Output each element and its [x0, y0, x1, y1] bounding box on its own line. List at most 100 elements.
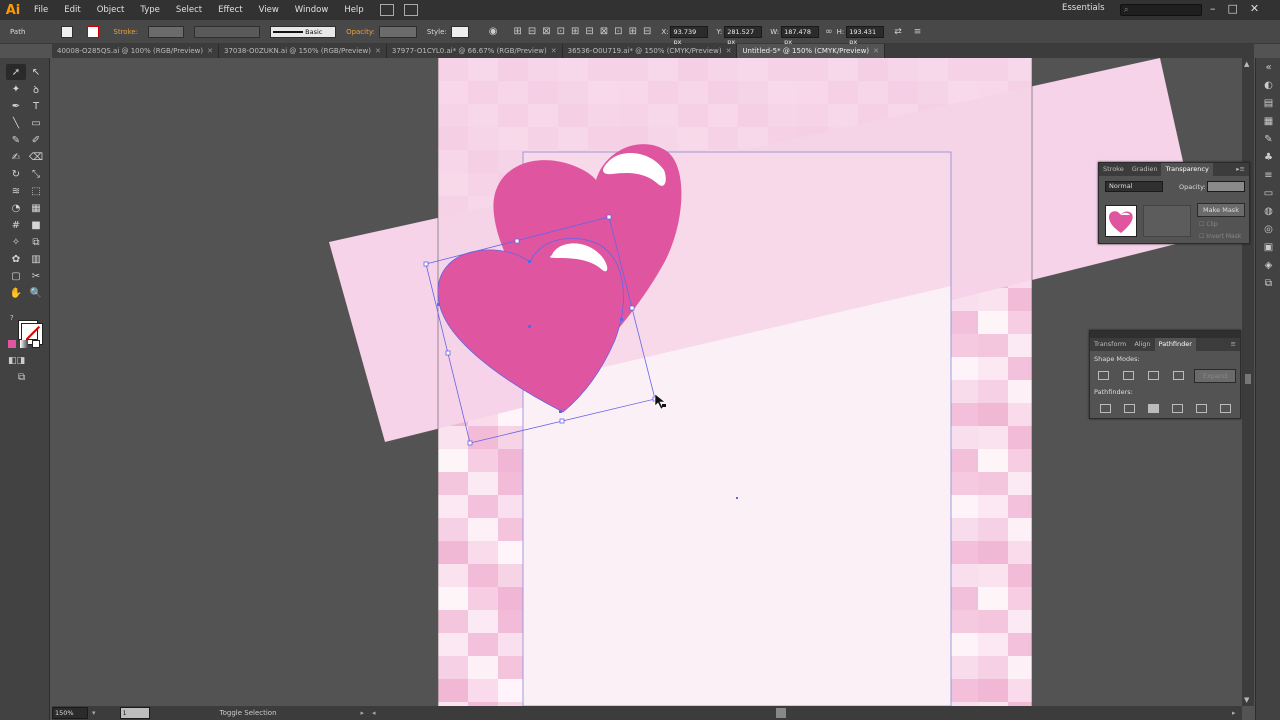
- fill-swatch[interactable]: [61, 25, 74, 38]
- unite-icon[interactable]: [1098, 371, 1109, 380]
- appearance-panel-icon[interactable]: ◎: [1256, 220, 1280, 238]
- tab-document-1[interactable]: 40008-O285QS.ai @ 100% (RGB/Preview) ✕: [52, 44, 219, 58]
- stroke-weight-field[interactable]: [148, 25, 185, 38]
- clip-checkbox[interactable]: ☐ Clip: [1199, 221, 1218, 228]
- menu-type[interactable]: Type: [132, 0, 168, 20]
- handle-top-left[interactable]: [423, 261, 429, 267]
- gradient-tool[interactable]: ■: [26, 217, 46, 233]
- selection-tool[interactable]: ➚: [6, 64, 26, 80]
- bridge-icon[interactable]: [379, 4, 394, 16]
- minimize-button[interactable]: –: [1210, 0, 1216, 18]
- gradient-panel-icon[interactable]: ▭: [1256, 184, 1280, 202]
- close-icon[interactable]: ✕: [375, 47, 381, 55]
- tab-document-5[interactable]: Untitled-5* @ 150% (CMYK/Preview) ✕: [737, 44, 886, 58]
- canvas[interactable]: [52, 58, 1242, 706]
- rectangle-tool[interactable]: ▭: [26, 115, 46, 131]
- panel-menu-icon[interactable]: ▸≡: [1236, 163, 1249, 176]
- close-icon[interactable]: ✕: [551, 47, 557, 55]
- tab-align[interactable]: Align: [1130, 338, 1154, 351]
- color-guide-icon[interactable]: ▤: [1256, 94, 1280, 112]
- x-field[interactable]: 93.739 px: [670, 25, 709, 46]
- search-input[interactable]: ⌕: [1120, 4, 1202, 16]
- status-text[interactable]: Toggle Selection: [220, 709, 277, 717]
- panel-header-grip[interactable]: [1090, 331, 1240, 338]
- handle-bottom-left[interactable]: [467, 440, 473, 446]
- artboard-number-field[interactable]: 1: [119, 707, 150, 719]
- stroke-label[interactable]: Stroke:: [113, 28, 138, 36]
- hand-tool[interactable]: ✋: [6, 285, 26, 301]
- transform-options-icon[interactable]: ⇄: [894, 27, 902, 37]
- intersect-icon[interactable]: [1148, 371, 1159, 380]
- zoom-tool[interactable]: 🔍: [26, 285, 46, 301]
- artboard-tool[interactable]: ▢: [6, 268, 26, 284]
- opacity-field[interactable]: [1207, 181, 1245, 192]
- stroke-panel-icon[interactable]: ≡: [1256, 166, 1280, 184]
- h-field[interactable]: 193.431 px: [846, 25, 885, 46]
- scale-tool[interactable]: ⤡: [26, 166, 46, 182]
- close-icon[interactable]: ✕: [873, 47, 879, 55]
- menu-help[interactable]: Help: [336, 0, 371, 20]
- lasso-tool[interactable]: ꝺ: [26, 81, 46, 97]
- close-icon[interactable]: ✕: [726, 47, 732, 55]
- rotate-tool[interactable]: ↻: [6, 166, 26, 182]
- vertical-scrollbar[interactable]: ▲ ▼: [1242, 58, 1254, 706]
- expand-button[interactable]: Expand: [1194, 369, 1236, 383]
- menu-view[interactable]: View: [251, 0, 287, 20]
- layers-panel-icon[interactable]: ◈: [1256, 256, 1280, 274]
- type-tool[interactable]: T: [26, 98, 46, 114]
- width-tool[interactable]: ≋: [6, 183, 26, 199]
- color-panel-icon[interactable]: ◐: [1256, 76, 1280, 94]
- tab-pathfinder[interactable]: Pathfinder: [1154, 338, 1196, 351]
- pen-tool[interactable]: ✒: [6, 98, 26, 114]
- eraser-tool[interactable]: ⌫: [26, 149, 46, 165]
- drawing-modes-icon[interactable]: ◧◨: [8, 356, 25, 366]
- brushes-panel-icon[interactable]: ✎: [1256, 130, 1280, 148]
- blob-brush-tool[interactable]: ✍: [6, 149, 26, 165]
- menu-effect[interactable]: Effect: [210, 0, 250, 20]
- trim-icon[interactable]: [1124, 404, 1135, 413]
- tab-transparency[interactable]: Transparency: [1161, 163, 1213, 176]
- close-button[interactable]: ✕: [1250, 0, 1259, 18]
- swatches-panel-icon[interactable]: ▦: [1256, 112, 1280, 130]
- variable-width-profile[interactable]: [194, 25, 261, 38]
- screen-mode-icon[interactable]: ⧉: [18, 372, 25, 383]
- menu-object[interactable]: Object: [89, 0, 133, 20]
- none-button[interactable]: [32, 340, 40, 348]
- maximize-button[interactable]: □: [1228, 0, 1238, 18]
- tab-stroke[interactable]: Stroke: [1099, 163, 1128, 176]
- color-button[interactable]: [8, 340, 16, 348]
- column-graph-tool[interactable]: ▥: [26, 251, 46, 267]
- graphic-style-swatch[interactable]: [450, 25, 469, 38]
- zoom-dropdown-icon[interactable]: ▾: [92, 709, 96, 717]
- paintbrush-tool[interactable]: ✎: [6, 132, 26, 148]
- free-transform-tool[interactable]: ⬚: [26, 183, 46, 199]
- arrange-documents-icon[interactable]: [403, 4, 418, 16]
- default-colors-icon[interactable]: ?: [10, 314, 16, 322]
- handle-top-middle[interactable]: [514, 238, 520, 244]
- y-field[interactable]: 281.527 px: [724, 25, 763, 46]
- blend-tool[interactable]: ⧉: [26, 234, 46, 250]
- divide-icon[interactable]: [1100, 404, 1111, 413]
- tab-document-3[interactable]: 37977-O1CYL0.ai* @ 66.67% (RGB/Preview) ✕: [387, 44, 563, 58]
- transparency-panel-icon[interactable]: ◍: [1256, 202, 1280, 220]
- slice-tool[interactable]: ✂: [26, 268, 46, 284]
- tab-gradient[interactable]: Gradien: [1128, 163, 1162, 176]
- scroll-left-icon[interactable]: ◂: [372, 709, 376, 717]
- tab-document-4[interactable]: 36536-O0U719.ai* @ 150% (CMYK/Preview) ✕: [563, 44, 738, 58]
- pencil-tool[interactable]: ✐: [26, 132, 46, 148]
- symbol-sprayer-tool[interactable]: ✿: [6, 251, 26, 267]
- exclude-icon[interactable]: [1173, 371, 1184, 380]
- artboards-panel-icon[interactable]: ⧉: [1256, 274, 1280, 292]
- scroll-up-icon[interactable]: ▲: [1244, 60, 1249, 68]
- stroke-swatch[interactable]: [87, 25, 100, 38]
- menu-window[interactable]: Window: [287, 0, 337, 20]
- workspace-switcher[interactable]: Essentials: [1062, 3, 1105, 13]
- status-menu-arrow-icon[interactable]: ▸: [361, 709, 365, 717]
- minus-front-icon[interactable]: [1123, 371, 1134, 380]
- handle-top-right[interactable]: [606, 214, 612, 220]
- eyedropper-tool[interactable]: ✧: [6, 234, 26, 250]
- menu-select[interactable]: Select: [168, 0, 210, 20]
- collapse-panels-icon[interactable]: «: [1256, 58, 1280, 76]
- handle-right-middle[interactable]: [629, 305, 635, 311]
- align-controls-icon[interactable]: ⊞⊟⊠⊡⊞⊟⊠⊡⊞⊟: [514, 26, 658, 37]
